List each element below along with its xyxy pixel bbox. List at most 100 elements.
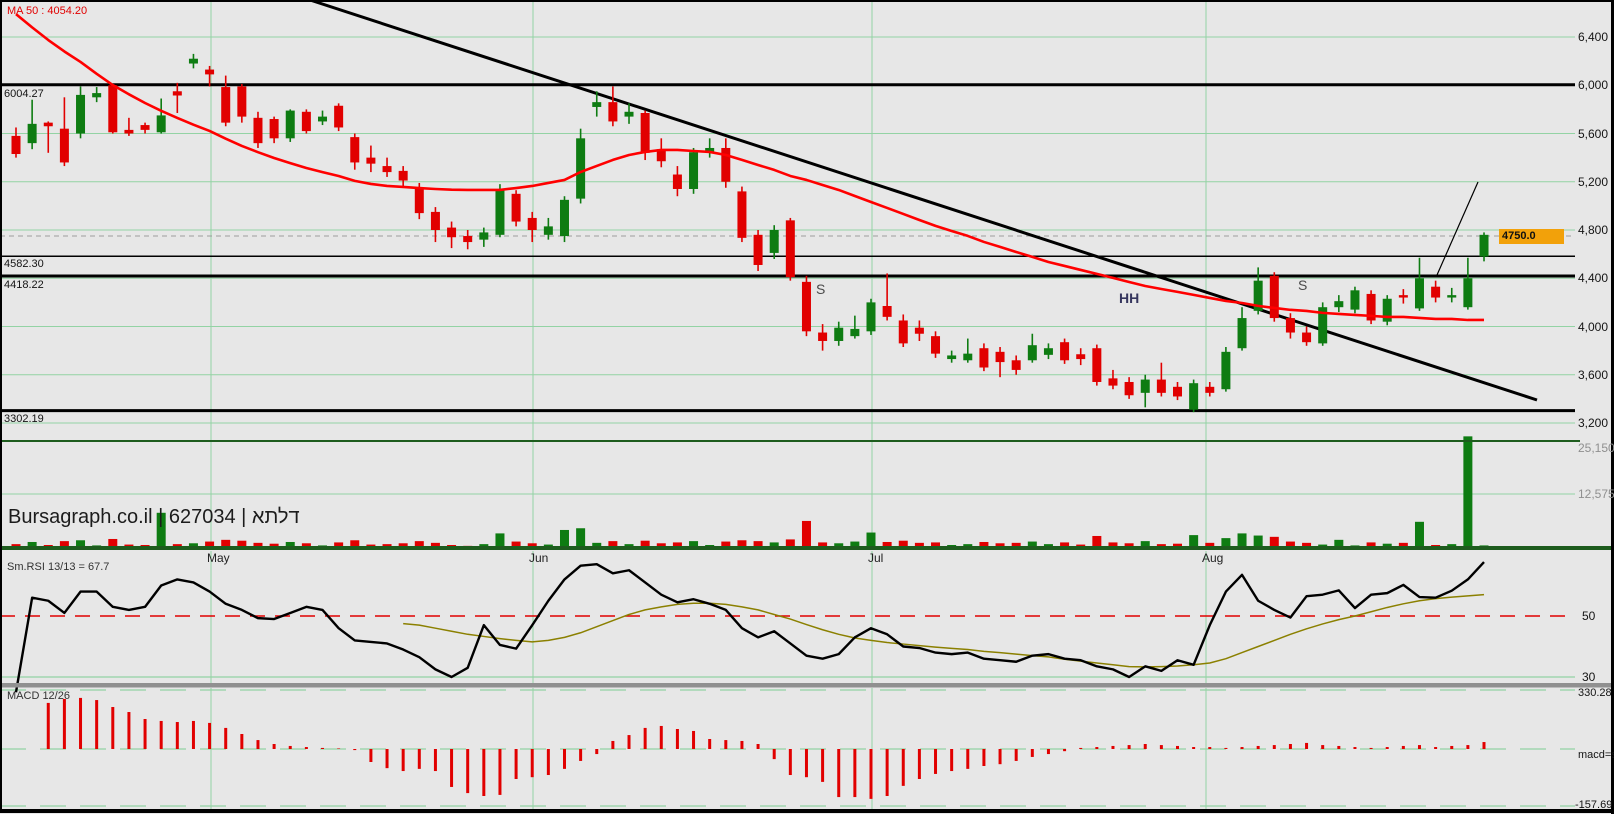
candlestick	[1205, 386, 1215, 393]
watermark-text: Bursagraph.co.il | 627034 | דלתא	[8, 506, 300, 528]
price-tick-label: 5,600	[1578, 126, 1609, 141]
candlestick	[301, 111, 311, 132]
candlestick	[366, 157, 376, 164]
candlestick	[382, 166, 392, 173]
candlestick	[931, 336, 941, 354]
candlestick	[898, 320, 908, 344]
candlestick	[979, 348, 989, 368]
volume-bar	[1237, 533, 1247, 548]
candlestick	[1173, 386, 1183, 397]
month-label: Aug	[1202, 551, 1224, 565]
price-tick-label: 5,200	[1578, 174, 1609, 189]
candlestick	[1108, 378, 1118, 386]
annotation-s-first: S	[816, 281, 826, 297]
chart-canvas[interactable]	[0, 0, 1614, 814]
candlestick	[76, 94, 86, 134]
candlestick	[511, 193, 521, 222]
candlestick	[1479, 234, 1489, 257]
candlestick	[801, 281, 811, 332]
rsi-legend: Sm.RSI 13/13 = 67.7	[7, 561, 110, 573]
level-label-4418: 4418.22	[4, 279, 44, 291]
rsi-tick-label: 30	[1582, 670, 1596, 684]
rsi-smooth-line	[403, 593, 1485, 668]
macd-axis-bottom: -157.69	[1575, 799, 1613, 811]
candlestick	[721, 147, 731, 182]
month-label: May	[207, 551, 230, 565]
price-tick-label: 6,000	[1578, 78, 1609, 93]
candlestick	[1269, 275, 1279, 319]
candlestick	[672, 174, 682, 189]
candlestick	[1302, 332, 1312, 343]
price-tick-label: 4,400	[1578, 271, 1609, 286]
annotation-s-second: S	[1298, 277, 1308, 293]
candlestick	[995, 351, 1005, 363]
left-border	[0, 0, 2, 810]
arrow-annotation	[1436, 181, 1479, 276]
candlestick	[1140, 379, 1150, 393]
candlestick	[334, 105, 344, 128]
volume-tick-label: 25,150	[1578, 441, 1614, 455]
price-tick-label: 4,800	[1578, 223, 1609, 237]
candlestick	[1221, 351, 1231, 390]
candlestick	[753, 234, 763, 265]
candlestick	[624, 111, 634, 117]
candlestick	[963, 353, 973, 361]
candlestick	[11, 135, 21, 155]
candlestick	[318, 116, 328, 122]
bottom-border	[0, 809, 1614, 813]
candlestick	[785, 220, 795, 278]
price-tick-label: 4,000	[1578, 319, 1609, 334]
candlestick	[947, 355, 957, 360]
volume-bar	[801, 520, 811, 548]
volume-rsi-separator	[0, 546, 1614, 550]
top-border	[0, 0, 1614, 2]
level-label-3302: 3302.19	[4, 413, 44, 425]
candlestick	[479, 232, 489, 240]
candlestick	[1027, 345, 1037, 361]
candlestick	[769, 230, 779, 253]
ma50-line	[15, 13, 1485, 322]
candlestick	[608, 102, 618, 122]
current-price-tag: 4750.0	[1499, 229, 1564, 244]
candlestick	[592, 102, 602, 107]
candlestick	[576, 138, 586, 199]
annotation-hh: HH	[1119, 290, 1140, 306]
candlestick	[1447, 295, 1457, 298]
candlestick	[1060, 342, 1070, 361]
candlestick	[108, 85, 118, 133]
price-tick-label: 3,200	[1578, 416, 1609, 430]
ma50-legend: MA 50 : 4054.20	[7, 5, 88, 17]
candlestick	[1431, 286, 1441, 298]
candlestick	[1350, 290, 1360, 310]
candlestick	[1124, 381, 1134, 396]
rsi-line	[14, 561, 1485, 693]
level-label-4582: 4582.30	[4, 258, 44, 270]
candlestick	[737, 191, 747, 238]
volume-bar	[495, 533, 505, 548]
candlestick	[882, 305, 892, 317]
price-tick-label: 6,400	[1578, 30, 1609, 44]
volume-bar	[576, 528, 586, 548]
candlestick	[495, 190, 505, 235]
candlestick	[398, 170, 408, 181]
candlestick	[447, 227, 457, 238]
candlestick	[59, 128, 69, 163]
candlestick	[1237, 318, 1247, 349]
candlestick	[27, 123, 37, 144]
candlestick	[1076, 354, 1086, 360]
candlestick	[414, 187, 424, 214]
candlestick	[188, 58, 198, 64]
candlestick	[43, 122, 53, 127]
candlestick	[914, 327, 924, 334]
candlestick	[866, 302, 876, 332]
volume-bar	[559, 529, 569, 548]
volume-bar	[1463, 436, 1473, 548]
candlestick	[1043, 348, 1053, 355]
volume-bar	[866, 532, 876, 548]
month-label: Jul	[868, 551, 884, 565]
volume-tick-label: 12,575	[1578, 487, 1614, 501]
candlestick	[850, 328, 860, 337]
candlestick	[1092, 348, 1102, 382]
candlestick	[559, 199, 569, 237]
candlestick	[140, 125, 150, 130]
